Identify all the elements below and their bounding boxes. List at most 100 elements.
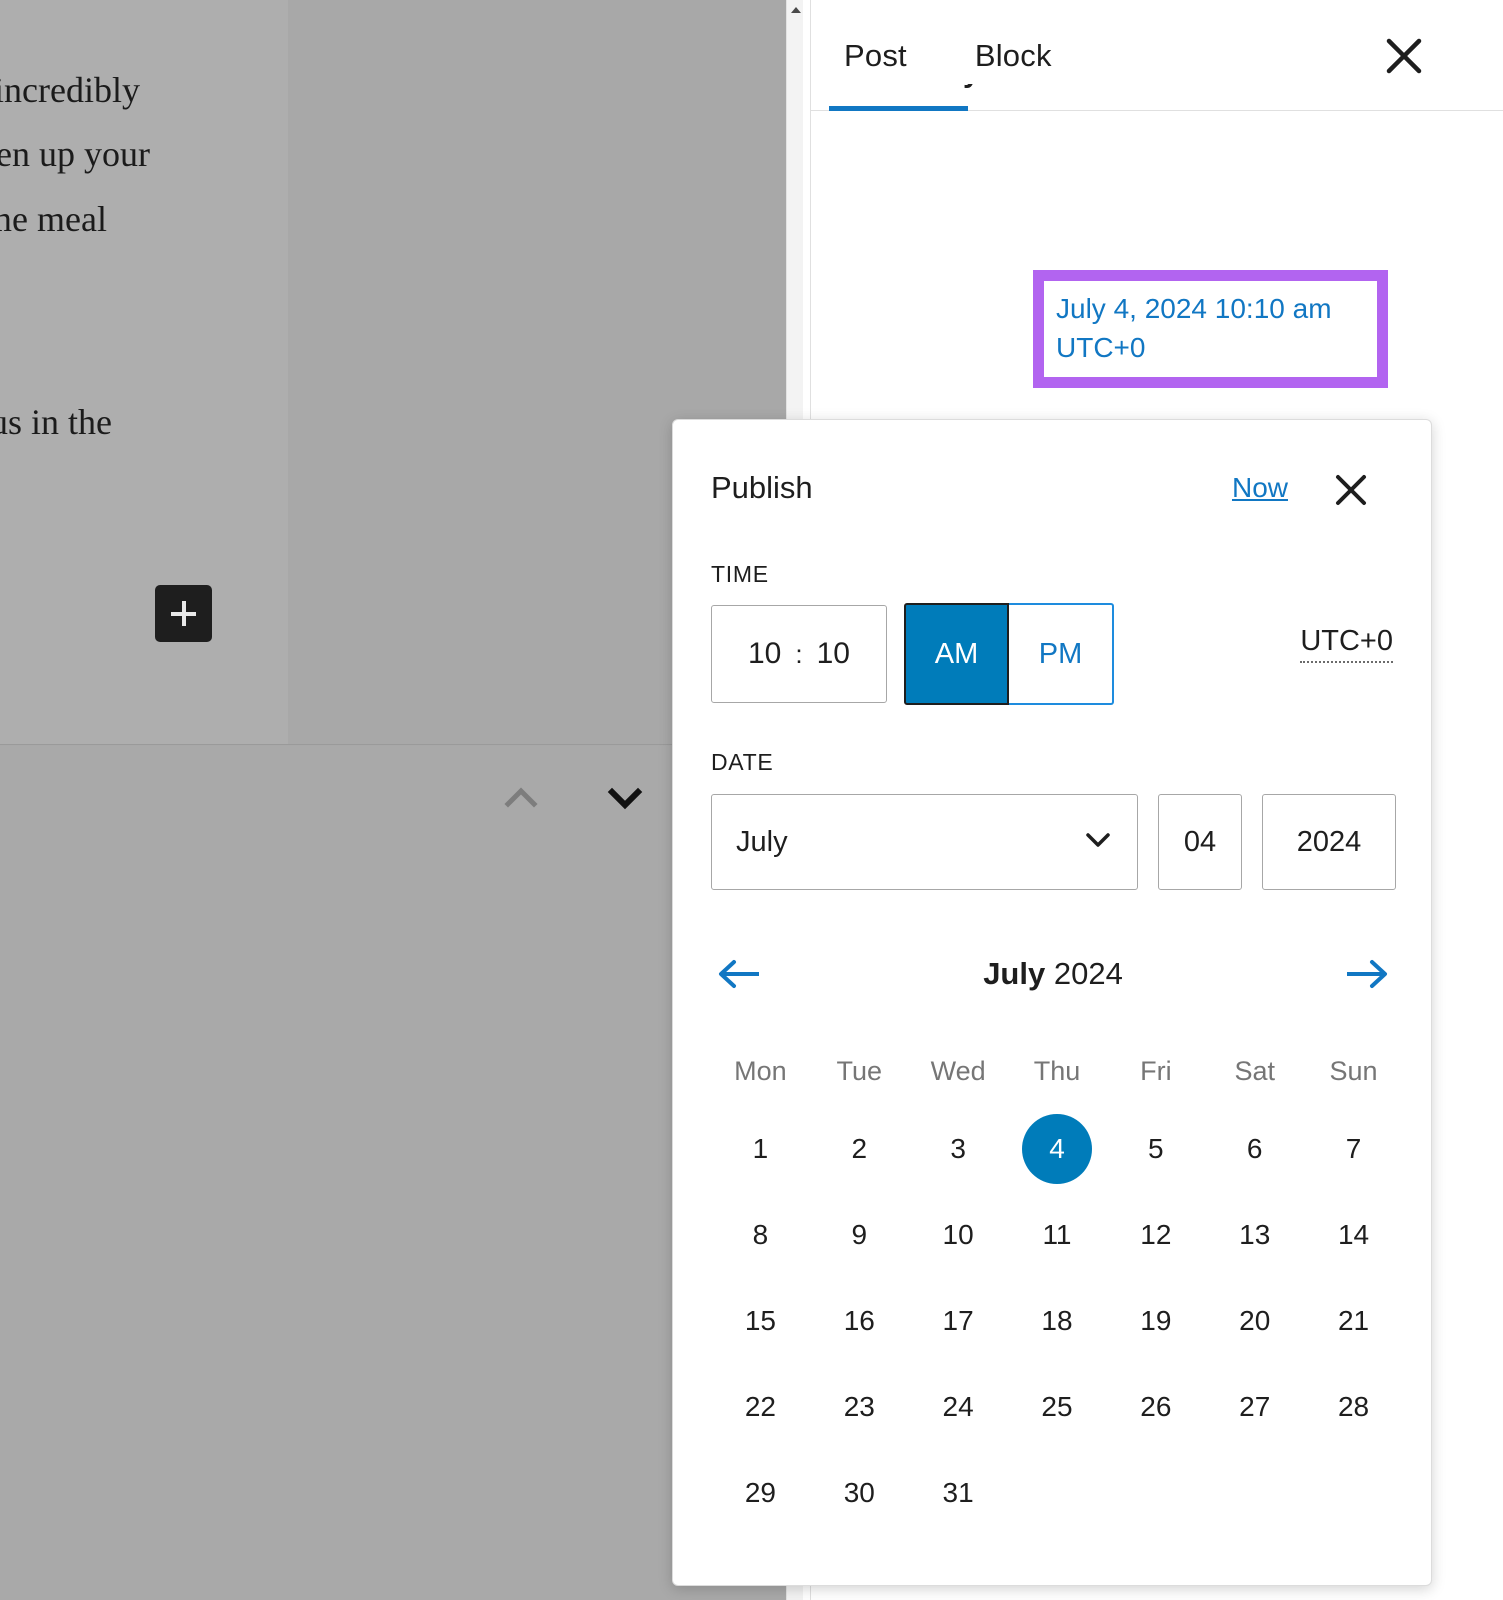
calendar-day-label: 28 — [1337, 1391, 1370, 1422]
calendar-day[interactable]: 11 — [1008, 1192, 1107, 1278]
calendar-day-label: 9 — [851, 1219, 868, 1250]
calendar-day-label: 6 — [1246, 1133, 1263, 1164]
scroll-up-arrow-icon[interactable] — [791, 7, 801, 13]
calendar-day[interactable]: 8 — [711, 1192, 810, 1278]
close-popover-button[interactable] — [1333, 472, 1369, 508]
move-block-up-button[interactable] — [498, 775, 544, 821]
calendar-day-label: 14 — [1337, 1219, 1370, 1250]
calendar-day-selected[interactable]: 4 — [1008, 1106, 1107, 1192]
day-input[interactable]: 04 — [1158, 794, 1242, 890]
calendar-weekday-header: Sun — [1329, 1055, 1378, 1086]
time-separator: : — [795, 638, 803, 669]
calendar-day-label: 22 — [744, 1391, 776, 1422]
calendar-day[interactable]: 10 — [909, 1192, 1008, 1278]
calendar-day[interactable]: 20 — [1205, 1278, 1304, 1364]
calendar-day[interactable]: 7 — [1304, 1106, 1403, 1192]
year-input[interactable]: 2024 — [1262, 794, 1396, 890]
post-text-line-3: me meal — [0, 199, 107, 239]
calendar-day[interactable]: 17 — [909, 1278, 1008, 1364]
calendar-day[interactable]: 1 — [711, 1106, 810, 1192]
minute-input[interactable]: 10 — [817, 637, 850, 671]
calendar-weekday-header: Fri — [1140, 1055, 1172, 1086]
calendar-weekday-header: Mon — [734, 1055, 787, 1086]
time-section-label: TIME — [711, 561, 769, 587]
editor-block-divider — [0, 744, 786, 745]
calendar-day[interactable]: 27 — [1205, 1364, 1304, 1450]
am-button[interactable]: AM — [904, 603, 1009, 705]
calendar-weekday-header: Thu — [1033, 1055, 1081, 1086]
post-text-line-2: ten up your — [0, 134, 150, 174]
calendar-day-label: 31 — [942, 1477, 974, 1508]
calendar-day-label: 30 — [843, 1477, 875, 1508]
calendar-day-label: 2 — [851, 1133, 868, 1164]
popover-header: Publish Now — [673, 420, 1431, 565]
calendar-day[interactable]: 30 — [810, 1450, 909, 1536]
calendar-grid: Mon Tue Wed Thu Fri Sat Sun 1 2 3 4 5 6 7 8 9 10 11 12 13 14… — [711, 1036, 1403, 1536]
pm-button[interactable]: PM — [1009, 603, 1114, 705]
calendar-day-label: 4 — [1021, 1114, 1092, 1184]
post-text-line-1: incredibly — [0, 70, 140, 110]
calendar-day-label: 20 — [1239, 1305, 1271, 1336]
calendar-day[interactable]: 22 — [711, 1364, 810, 1450]
calendar-day-label: 10 — [942, 1219, 974, 1250]
calendar-day-label: 19 — [1140, 1305, 1172, 1336]
calendar-day[interactable]: 14 — [1304, 1192, 1403, 1278]
calendar-day-label: 27 — [1239, 1391, 1271, 1422]
date-section-label: DATE — [711, 749, 774, 775]
calendar-day[interactable]: 29 — [711, 1450, 810, 1536]
set-now-button[interactable]: Now — [1232, 472, 1288, 504]
calendar-day-label: 7 — [1345, 1133, 1362, 1164]
tab-block[interactable]: Block — [975, 40, 1052, 71]
calendar-month-name: July — [983, 956, 1054, 991]
calendar-day[interactable]: 2 — [810, 1106, 909, 1192]
calendar-day[interactable]: 15 — [711, 1278, 810, 1364]
editor-canvas: incredibly ten up your me meal us in the — [0, 0, 786, 1600]
publish-date-popover: Publish Now TIME 10 : 10 AM PM UTC+0 DAT… — [672, 419, 1432, 1586]
calendar-day[interactable]: 26 — [1106, 1364, 1205, 1450]
meridiem-toggle-group: AM PM — [904, 603, 1114, 705]
calendar-weekday-header: Sat — [1234, 1055, 1275, 1086]
calendar-day[interactable]: 16 — [810, 1278, 909, 1364]
calendar-day-label: 8 — [752, 1219, 769, 1250]
month-select-value: July — [736, 825, 788, 858]
calendar-day[interactable]: 31 — [909, 1450, 1008, 1536]
month-select[interactable]: July — [711, 794, 1138, 890]
calendar-day-label: 18 — [1041, 1305, 1073, 1336]
calendar-day[interactable]: 12 — [1106, 1192, 1205, 1278]
popover-title: Publish — [711, 470, 813, 505]
calendar-day-label: 24 — [942, 1391, 974, 1422]
calendar-day[interactable]: 19 — [1106, 1278, 1205, 1364]
calendar-day[interactable]: 28 — [1304, 1364, 1403, 1450]
calendar-day[interactable]: 13 — [1205, 1192, 1304, 1278]
time-input[interactable]: 10 : 10 — [711, 605, 887, 703]
next-month-button[interactable] — [1339, 946, 1395, 1002]
publish-date-button[interactable]: July 4, 2024 10:10 am UTC+0 — [1044, 290, 1377, 367]
hour-input[interactable]: 10 — [748, 637, 781, 671]
calendar-weekday-header: Tue — [836, 1055, 883, 1086]
calendar-day[interactable]: 23 — [810, 1364, 909, 1450]
summary-heading-text: Summary — [843, 84, 980, 90]
previous-month-button[interactable] — [711, 946, 767, 1002]
calendar-day-label: 25 — [1041, 1391, 1073, 1422]
calendar-day[interactable]: 6 — [1205, 1106, 1304, 1192]
calendar-day[interactable]: 25 — [1008, 1364, 1107, 1450]
block-inserter-button[interactable] — [155, 585, 212, 642]
calendar-day[interactable]: 9 — [810, 1192, 909, 1278]
plus-icon-vertical — [181, 601, 186, 626]
close-sidebar-button[interactable] — [1383, 35, 1425, 77]
editor-lower-region — [0, 746, 786, 1600]
calendar-day[interactable]: 5 — [1106, 1106, 1205, 1192]
calendar-year: 2024 — [1053, 956, 1123, 991]
calendar-day[interactable]: 24 — [909, 1364, 1008, 1450]
calendar-day[interactable]: 21 — [1304, 1278, 1403, 1364]
calendar-day[interactable]: 3 — [909, 1106, 1008, 1192]
move-block-down-button[interactable] — [602, 775, 648, 821]
calendar-day-label: 12 — [1140, 1219, 1172, 1250]
active-tab-indicator — [829, 106, 968, 111]
calendar-day[interactable]: 18 — [1008, 1278, 1107, 1364]
calendar-day-label: 16 — [843, 1305, 875, 1336]
calendar-nav: July 2024 — [711, 941, 1395, 1007]
timezone-label[interactable]: UTC+0 — [1300, 625, 1393, 663]
tab-post[interactable]: Post — [844, 40, 907, 71]
calendar-day-label: 1 — [752, 1133, 769, 1164]
